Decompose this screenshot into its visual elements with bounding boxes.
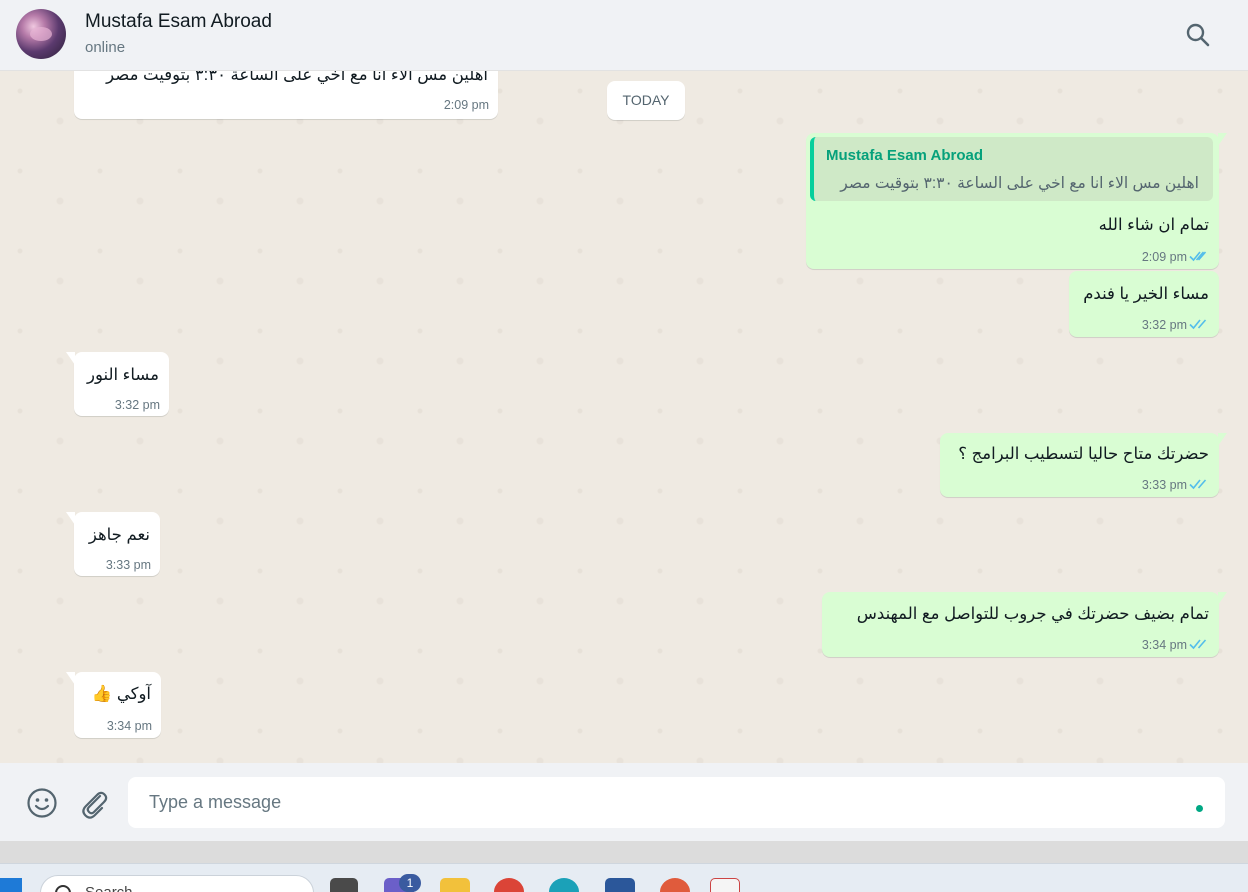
message-list[interactable]: اهلين مس الاء انا مع اخي على الساعة ٣:٣٠… bbox=[0, 71, 1248, 763]
chat-header: Mustafa Esam Abroad online bbox=[0, 0, 1248, 71]
message-time: 3:32 pm bbox=[1141, 318, 1187, 332]
paperclip-icon bbox=[82, 791, 108, 819]
message-text: آوكي 👍 bbox=[91, 685, 151, 703]
message-input[interactable] bbox=[128, 777, 1225, 828]
read-ticks-icon bbox=[1189, 479, 1207, 490]
message-time: 3:33 pm bbox=[105, 558, 151, 572]
message-time: 3:33 pm bbox=[1141, 478, 1187, 492]
start-button[interactable] bbox=[0, 878, 22, 892]
message-text: مساء النور bbox=[86, 366, 159, 384]
emoji-icon bbox=[27, 788, 57, 818]
message-incoming[interactable]: مساء النور 3:32 pm bbox=[66, 352, 169, 416]
message-time: 3:32 pm bbox=[114, 398, 160, 412]
message-text: حضرتك متاح حاليا لتسطيب البرامج ؟ bbox=[958, 445, 1209, 463]
chrome-icon[interactable] bbox=[494, 878, 524, 892]
os-taskbar: Search 1 bbox=[0, 863, 1248, 892]
status-dot bbox=[1196, 805, 1203, 812]
message-outgoing[interactable]: حضرتك متاح حاليا لتسطيب البرامج ؟ 3:33 p… bbox=[940, 433, 1227, 497]
contact-name[interactable]: Mustafa Esam Abroad bbox=[85, 11, 272, 33]
message-text: نعم جاهز bbox=[88, 526, 150, 544]
read-ticks-icon bbox=[1189, 639, 1207, 650]
message-incoming[interactable]: نعم جاهز 3:33 pm bbox=[66, 512, 160, 576]
quoted-author: Mustafa Esam Abroad bbox=[826, 147, 983, 164]
window-gap bbox=[0, 841, 1248, 863]
message-time: 2:09 pm bbox=[1141, 250, 1187, 264]
message-text: تمام ان شاء الله bbox=[1098, 216, 1209, 234]
taskbar-search[interactable]: Search bbox=[40, 875, 314, 892]
message-text: تمام بضيف حضرتك في جروب للتواصل مع المهن… bbox=[856, 605, 1209, 623]
read-ticks-icon bbox=[1189, 251, 1207, 262]
task-view-icon[interactable] bbox=[330, 878, 358, 892]
search-button[interactable] bbox=[1184, 21, 1212, 49]
message-incoming[interactable]: آوكي 👍 3:34 pm bbox=[66, 672, 161, 738]
taskbar-search-text: Search bbox=[85, 884, 133, 892]
notification-badge: 1 bbox=[399, 874, 421, 892]
word-icon[interactable] bbox=[605, 878, 635, 892]
read-ticks-icon bbox=[1189, 319, 1207, 330]
attach-button[interactable] bbox=[78, 787, 108, 819]
message-outgoing[interactable]: مساء الخير يا فندم 3:32 pm bbox=[1069, 271, 1219, 337]
file-explorer-icon[interactable] bbox=[440, 878, 470, 892]
search-icon bbox=[55, 885, 71, 892]
emoji-button[interactable] bbox=[26, 787, 58, 819]
message-outgoing-reply[interactable]: Mustafa Esam Abroad اهلين مس الاء انا مع… bbox=[806, 133, 1227, 269]
quoted-text: اهلين مس الاء انا مع اخي على الساعة ٣:٣٠… bbox=[840, 175, 1199, 192]
edge-icon[interactable] bbox=[549, 878, 579, 892]
message-composer bbox=[0, 763, 1248, 841]
search-icon bbox=[1186, 23, 1210, 47]
contact-status: online bbox=[85, 39, 126, 56]
message-text: مساء الخير يا فندم bbox=[1083, 285, 1209, 303]
message-time: 3:34 pm bbox=[106, 719, 152, 733]
day-separator: TODAY bbox=[607, 81, 685, 120]
message-text: اهلين مس الاء انا مع اخي على الساعة ٣:٣٠… bbox=[106, 71, 488, 84]
chrome-profile-icon[interactable] bbox=[660, 878, 690, 892]
contact-avatar[interactable] bbox=[16, 9, 66, 59]
message-time: 2:09 pm bbox=[443, 98, 489, 112]
message-outgoing[interactable]: تمام بضيف حضرتك في جروب للتواصل مع المهن… bbox=[822, 592, 1227, 657]
message-incoming[interactable]: اهلين مس الاء انا مع اخي على الساعة ٣:٣٠… bbox=[74, 71, 498, 119]
message-time: 3:34 pm bbox=[1141, 638, 1187, 652]
quoted-message[interactable]: Mustafa Esam Abroad اهلين مس الاء انا مع… bbox=[810, 137, 1213, 201]
app-icon[interactable] bbox=[710, 878, 740, 892]
